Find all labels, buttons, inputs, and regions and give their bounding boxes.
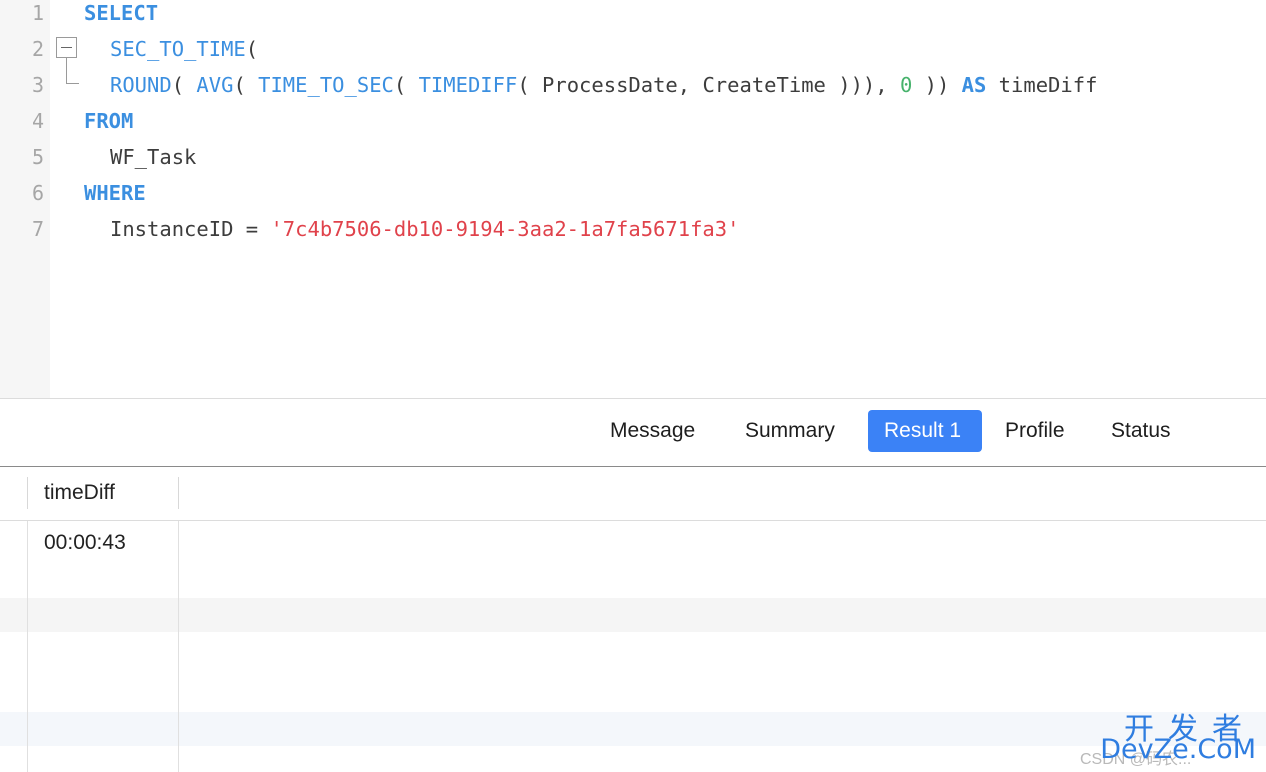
table-row-empty — [0, 598, 1266, 632]
column-header-timediff[interactable]: timeDiff — [44, 481, 115, 505]
tab-status[interactable]: Status — [1095, 410, 1187, 452]
code-line-3[interactable]: 3 ROUND( AVG( TIME_TO_SEC( TIMEDIFF( Pro… — [0, 72, 1266, 108]
watermark: CSDN @码农... 开发者 DevZe.CoM — [1078, 700, 1266, 772]
column-separator[interactable] — [178, 477, 179, 509]
code-token: AVG — [196, 73, 234, 97]
line-number: 6 — [31, 181, 44, 205]
code-token: AS — [961, 73, 987, 97]
code-token: )) — [912, 73, 962, 97]
code-text: ROUND( AVG( TIME_TO_SEC( TIMEDIFF( Proce… — [110, 72, 1097, 98]
code-token: TIME_TO_SEC — [258, 73, 394, 97]
line-number: 1 — [31, 1, 44, 25]
fold-guide — [66, 58, 79, 84]
code-token: 0 — [899, 73, 913, 97]
code-line-1[interactable]: 1 SELECT — [0, 0, 1266, 36]
code-line-6[interactable]: 6 WHERE — [0, 180, 1266, 216]
code-token: TIMEDIFF — [418, 73, 518, 97]
code-text: InstanceID = '7c4b7506-db10-9194-3aa2-1a… — [110, 216, 739, 242]
code-text: WHERE — [84, 180, 146, 206]
tab-profile[interactable]: Profile — [989, 410, 1081, 452]
code-line-7[interactable]: 7 InstanceID = '7c4b7506-db10-9194-3aa2-… — [0, 216, 1266, 252]
code-token: FROM — [84, 109, 134, 133]
code-text: SELECT — [84, 0, 158, 26]
tab-message[interactable]: Message — [594, 410, 711, 452]
code-token: ( ProcessDate, CreateTime ))), — [517, 73, 900, 97]
table-row-empty — [0, 712, 1266, 746]
code-text: WF_Task — [110, 144, 196, 170]
code-token: timeDiff — [986, 73, 1098, 97]
sql-editor[interactable]: 1 SELECT 2 SEC_TO_TIME( 3 ROUND( AVG( TI… — [0, 0, 1266, 398]
fold-toggle-icon[interactable] — [56, 37, 77, 58]
code-token: ( — [171, 73, 197, 97]
line-number: 5 — [31, 145, 44, 169]
line-number: 4 — [31, 109, 44, 133]
code-token: ( — [393, 73, 419, 97]
tab-result-1[interactable]: Result 1 — [868, 410, 982, 452]
result-grid[interactable]: timeDiff 00:00:43 — [0, 467, 1266, 772]
line-number: 3 — [31, 73, 44, 97]
line-number: 7 — [31, 217, 44, 241]
column-separator[interactable] — [27, 477, 28, 509]
grid-column-line — [27, 521, 28, 772]
code-token: WF_Task — [110, 145, 197, 169]
code-token: ( — [233, 73, 259, 97]
watermark-en: DevZe.CoM — [1100, 734, 1256, 765]
grid-header-row: timeDiff — [0, 467, 1266, 521]
code-text: FROM — [84, 108, 133, 134]
tab-summary[interactable]: Summary — [729, 410, 851, 452]
code-token: SELECT — [84, 1, 159, 25]
code-token: ROUND — [110, 73, 172, 97]
grid-cell[interactable]: 00:00:43 — [44, 531, 126, 555]
code-line-4[interactable]: 4 FROM — [0, 108, 1266, 144]
code-line-2[interactable]: 2 SEC_TO_TIME( — [0, 36, 1266, 72]
code-token: ( — [245, 37, 259, 61]
code-token: WHERE — [84, 181, 146, 205]
code-token: SEC_TO_TIME — [110, 37, 246, 61]
code-line-5[interactable]: 5 WF_Task — [0, 144, 1266, 180]
result-tabbar: Message Summary Result 1 Profile Status — [0, 399, 1266, 467]
table-row[interactable]: 00:00:43 — [0, 521, 1266, 599]
grid-column-line — [178, 521, 179, 772]
code-text: SEC_TO_TIME( — [110, 36, 258, 62]
line-number: 2 — [31, 37, 44, 61]
code-token: '7c4b7506-db10-9194-3aa2-1a7fa5671fa3' — [270, 217, 740, 241]
code-token: InstanceID = — [110, 217, 271, 241]
